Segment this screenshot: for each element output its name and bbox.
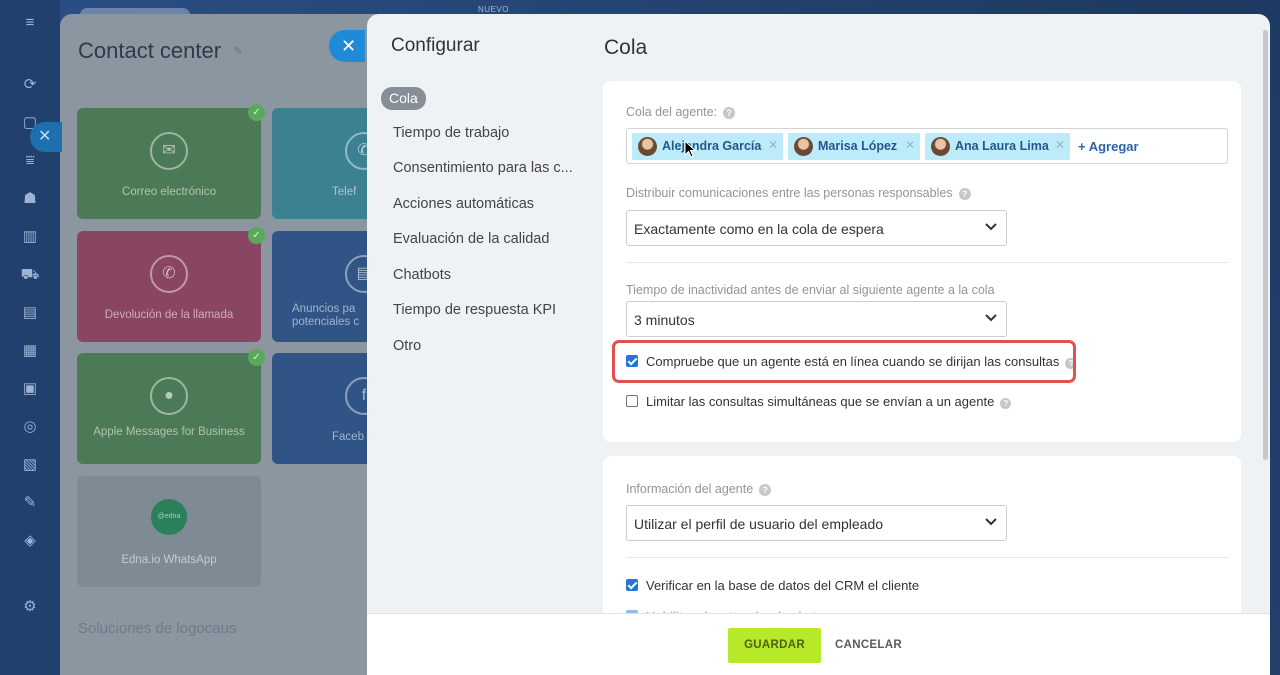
distribute-value: Exactamente como en la cola de espera (634, 221, 884, 237)
limit-label: Limitar las consultas simultáneas que se… (646, 394, 995, 409)
filter-icon[interactable]: ⩸ (20, 152, 40, 170)
menu-item-acciones[interactable]: Acciones automáticas (393, 196, 534, 212)
chevron-down-icon (985, 314, 997, 322)
limit-checkbox[interactable] (626, 395, 638, 407)
tile-label: Apple Messages for Business (93, 426, 245, 438)
cart-icon[interactable]: ⛟ (20, 266, 40, 284)
menu-item-tiempo-trabajo[interactable]: Tiempo de trabajo (393, 125, 509, 141)
agent-chip[interactable]: Ana Laura Lima ✕ (925, 133, 1070, 160)
left-sidebar: ≡ ⟳ ▢ ⩸ ☗ ▥ ⛟ ▤ ▦ ▣ ◎ ▧ ✎ ◈ ⚙ (0, 0, 60, 675)
menu-icon[interactable]: ≡ (20, 14, 40, 32)
agent-queue-label: Cola del agente:? (626, 105, 736, 119)
chat-bubble-icon: ● (150, 377, 188, 415)
agent-info-label: Información del agente? (626, 482, 772, 496)
building-icon[interactable]: ▣ (20, 380, 40, 398)
help-icon[interactable]: ? (1000, 398, 1012, 409)
help-icon[interactable]: ? (723, 107, 736, 119)
scrollbar[interactable] (1263, 30, 1268, 460)
nuevo-badge: NUEVO (478, 5, 509, 14)
previous-close-icon: ✕ (30, 122, 62, 152)
menu-item-kpi[interactable]: Tiempo de respuesta KPI (393, 302, 556, 318)
verify-crm-checkbox[interactable] (626, 579, 638, 591)
agent-name: Alejandra García (662, 139, 762, 153)
settings-icon[interactable]: ⚙ (20, 598, 40, 616)
divider (626, 262, 1228, 263)
avatar (794, 137, 813, 156)
tile-ads[interactable]: ▤ Anuncios pa potenciales c (272, 231, 383, 342)
tile-label: Devolución de la llamada (104, 309, 234, 321)
agent-queue-field[interactable]: Alejandra García ✕ Marisa López ✕ Ana La… (626, 128, 1228, 164)
robot-icon[interactable]: ☗ (20, 190, 40, 208)
inactivity-select[interactable]: 3 minutos (626, 301, 1007, 337)
tile-label: Correo electrónico (122, 186, 216, 198)
limit-option[interactable]: Limitar las consultas simultáneas que se… (626, 394, 1012, 409)
soluciones-heading: Soluciones de logocaus (78, 620, 237, 637)
menu-item-evaluacion[interactable]: Evaluación de la calidad (393, 231, 549, 247)
save-button[interactable]: GUARDAR (728, 628, 821, 663)
tile-telephony[interactable]: ✆ Telef (272, 108, 383, 219)
tile-callback[interactable]: ✆ Devolución de la llamada ✓ (77, 227, 265, 342)
agent-name: Marisa López (818, 139, 898, 153)
calendar-icon[interactable]: ▦ (20, 342, 40, 360)
box-icon[interactable]: ◈ (20, 532, 40, 550)
help-icon[interactable]: ? (759, 484, 772, 496)
mouse-cursor-icon (684, 140, 696, 158)
check-icon: ✓ (248, 349, 265, 366)
avatar (931, 137, 950, 156)
target-icon[interactable]: ◎ (20, 418, 40, 436)
agent-info-select[interactable]: Utilizar el perfil de usuario del emplea… (626, 505, 1007, 541)
divider (626, 557, 1228, 558)
menu-item-otro[interactable]: Otro (393, 338, 421, 354)
inactivity-label: Tiempo de inactividad antes de enviar al… (626, 283, 995, 297)
contact-center-title: Contact center (78, 38, 222, 63)
add-agent-link[interactable]: + Agregar (1078, 139, 1139, 154)
agent-name: Ana Laura Lima (955, 139, 1049, 153)
agent-chip[interactable]: Alejandra García ✕ (632, 133, 783, 160)
check-icon: ✓ (248, 227, 265, 244)
chart-icon[interactable]: ▥ (20, 228, 40, 246)
remove-agent-icon[interactable]: ✕ (768, 138, 778, 152)
chevron-down-icon (985, 223, 997, 231)
mail-icon: ✉ (150, 132, 188, 170)
tile-label: Edna.io WhatsApp (121, 554, 217, 566)
cancel-button[interactable]: CANCELAR (835, 628, 902, 663)
refresh-icon[interactable]: ⟳ (20, 76, 40, 94)
agent-chip[interactable]: Marisa López ✕ (788, 133, 920, 160)
distribute-select[interactable]: Exactamente como en la cola de espera (626, 210, 1007, 246)
edna-icon: @edna (151, 499, 187, 535)
callback-icon: ✆ (150, 255, 188, 293)
menu-item-consentimiento[interactable]: Consentimiento para las c... (393, 160, 573, 176)
remove-agent-icon[interactable]: ✕ (905, 138, 915, 152)
page-title: Cola (604, 36, 648, 59)
distribute-label: Distribuir comunicaciones entre las pers… (626, 186, 971, 200)
file-edit-icon[interactable]: ▧ (20, 456, 40, 474)
tile-facebook[interactable]: f Faceb (272, 353, 383, 464)
tile-email[interactable]: ✉ Correo electrónico ✓ (77, 104, 265, 219)
menu-item-cola[interactable]: Cola (381, 87, 426, 110)
tile-apple-messages[interactable]: ● Apple Messages for Business ✓ (77, 349, 265, 464)
remove-agent-icon[interactable]: ✕ (1055, 138, 1065, 152)
help-icon[interactable]: ? (958, 188, 971, 200)
verify-crm-label: Verificar en la base de datos del CRM el… (646, 578, 920, 593)
highlight-box (612, 340, 1076, 383)
agent-info-value: Utilizar el perfil de usuario del emplea… (634, 516, 884, 532)
verify-crm-option[interactable]: Verificar en la base de datos del CRM el… (626, 578, 919, 593)
check-icon: ✓ (248, 104, 265, 121)
settings-menu-title: Configurar (391, 35, 480, 56)
menu-item-chatbots[interactable]: Chatbots (393, 267, 451, 283)
inactivity-value: 3 minutos (634, 312, 695, 328)
footer-bar: GUARDAR CANCELAR (367, 613, 1270, 675)
edit-title-icon[interactable]: ✎ (233, 44, 243, 58)
close-slider-button[interactable]: ✕ (329, 30, 365, 62)
queue-card: Cola del agente:? Alejandra García ✕ Mar… (603, 81, 1241, 442)
tile-label: Anuncios pa potenciales c (292, 303, 360, 328)
card-icon[interactable]: ▤ (20, 304, 40, 322)
pencil-icon[interactable]: ✎ (20, 494, 40, 512)
avatar (638, 137, 657, 156)
chevron-down-icon (985, 518, 997, 526)
